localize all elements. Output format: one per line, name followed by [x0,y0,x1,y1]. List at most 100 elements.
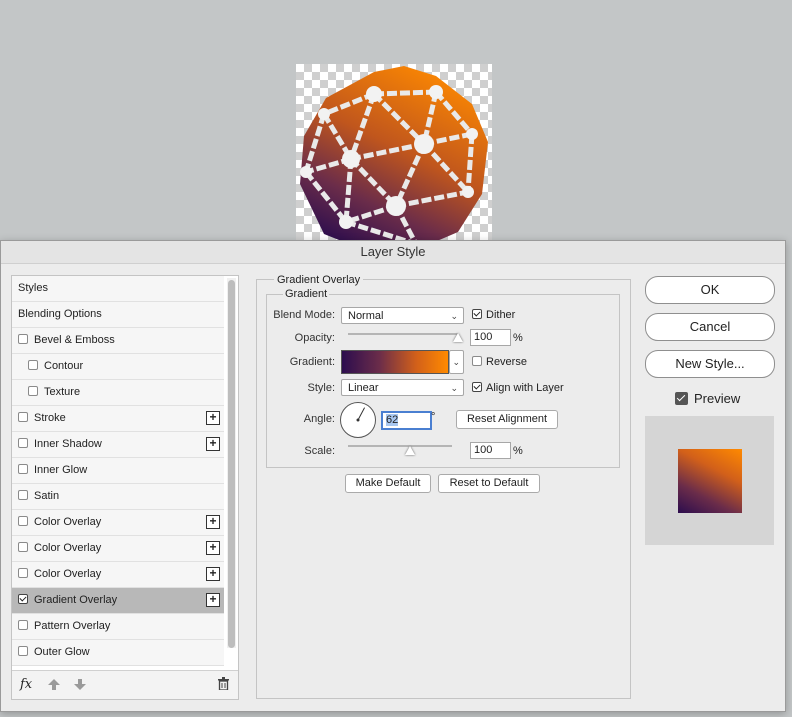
style-item-label: Pattern Overlay [34,620,111,632]
scale-slider-track[interactable] [348,445,452,447]
gradient-overlay-panel: Gradient Overlay Gradient Blend Mode: No… [256,274,631,699]
style-item-color-overlay[interactable]: Color Overlay + [12,536,224,562]
group-title: Gradient [283,288,330,300]
checkbox-icon[interactable] [18,594,28,605]
make-default-button[interactable]: Make Default [345,474,431,493]
preview-swatch [678,449,742,513]
styles-list-footer: fx [12,670,238,699]
ok-button[interactable]: OK [645,276,775,304]
styles-list-scrollbar[interactable] [227,278,236,648]
gradient-group: Gradient Blend Mode: Normal ⌄ Dither Opa… [266,288,620,468]
scrollbar-thumb[interactable] [228,280,235,648]
angle-indicator-icon [356,407,366,422]
style-item-stroke[interactable]: Stroke + [12,406,224,432]
gradient-label: Gradient: [289,356,335,368]
reset-to-default-button[interactable]: Reset to Default [438,474,540,493]
scale-slider-knob[interactable] [405,446,416,455]
scale-input[interactable]: 100 [470,442,511,459]
section-title: Gradient Overlay [274,274,364,286]
style-item-label: Contour [44,360,84,372]
angle-input[interactable]: 62 [381,411,432,430]
add-effect-icon[interactable]: + [206,541,220,555]
style-item-label: Color Overlay [34,516,102,528]
angle-dial[interactable] [340,402,376,438]
styles-list-items: Styles Blending Options Bevel & Emboss Cont… [12,276,224,668]
opacity-input[interactable]: 100 [470,329,511,346]
style-item-label: Satin [34,490,60,502]
add-effect-icon[interactable]: + [206,437,220,451]
style-item-styles[interactable]: Styles [12,276,224,302]
style-item-label: Stroke [34,412,66,424]
style-label: Style: [307,382,335,394]
style-item-texture[interactable]: Texture [12,380,224,406]
style-item-label: Blending Options [18,308,102,320]
checkbox-icon[interactable] [18,412,28,423]
checkbox-icon[interactable] [18,542,28,553]
checkbox-icon[interactable] [18,490,28,501]
reverse-label: Reverse [486,356,527,368]
reset-alignment-button[interactable]: Reset Alignment [456,410,558,429]
chevron-down-icon: ⌄ [450,383,458,393]
checkbox-icon[interactable] [28,386,38,397]
style-item-gradient-overlay[interactable]: Gradient Overlay + [12,588,224,614]
cancel-button[interactable]: Cancel [645,313,775,341]
blend-mode-value: Normal [348,310,384,322]
checkbox-icon[interactable] [18,334,28,345]
style-item-label: Outer Glow [34,646,90,658]
style-item-pattern-overlay[interactable]: Pattern Overlay [12,614,224,640]
style-item-bevel-emboss[interactable]: Bevel & Emboss [12,328,224,354]
opacity-slider-knob[interactable] [453,333,463,342]
add-effect-icon[interactable]: + [206,515,220,529]
reverse-checkbox[interactable]: Reverse [472,356,527,368]
opacity-label: Opacity: [294,332,335,344]
style-item-inner-shadow[interactable]: Inner Shadow + [12,432,224,458]
checkbox-icon[interactable] [18,516,28,527]
style-item-outer-glow[interactable]: Outer Glow [12,640,224,666]
style-select[interactable]: Linear ⌄ [341,379,464,396]
opacity-unit: % [513,332,523,344]
style-item-label: Bevel & Emboss [34,334,115,346]
style-item-label: Inner Shadow [34,438,102,450]
align-with-layer-label: Align with Layer [486,382,564,394]
dither-checkbox[interactable]: Dither [472,309,515,321]
blend-mode-select[interactable]: Normal ⌄ [341,307,464,324]
style-item-contour[interactable]: Contour [12,354,224,380]
move-up-icon[interactable] [48,679,60,693]
new-style-button[interactable]: New Style... [645,350,775,378]
styles-list: Styles Blending Options Bevel & Emboss Cont… [11,275,239,700]
move-down-icon[interactable] [74,679,86,693]
dither-label: Dither [486,309,516,321]
angle-unit: ° [431,411,436,423]
checkbox-icon[interactable] [18,568,28,579]
trash-icon[interactable] [218,677,229,693]
checkbox-icon[interactable] [18,620,28,631]
scale-unit: % [513,445,523,457]
checkbox-icon[interactable] [18,464,28,475]
preview-checkbox[interactable]: Preview [675,391,740,406]
checkbox-icon [472,356,482,367]
gradient-swatch[interactable] [341,350,449,374]
style-item-label: Color Overlay [34,568,102,580]
add-effect-icon[interactable]: + [206,411,220,425]
preview-label: Preview [694,391,741,406]
checkbox-icon[interactable] [28,360,38,371]
align-with-layer-checkbox[interactable]: Align with Layer [472,382,564,394]
style-item-satin[interactable]: Satin [12,484,224,510]
style-item-color-overlay[interactable]: Color Overlay + [12,510,224,536]
chevron-down-icon: ⌄ [450,311,458,321]
angle-label: Angle: [303,413,335,425]
style-item-color-overlay[interactable]: Color Overlay + [12,562,224,588]
checkbox-icon [675,392,688,406]
checkbox-icon [472,309,482,320]
checkbox-icon[interactable] [18,438,28,449]
style-item-label: Texture [44,386,81,398]
add-effect-icon[interactable]: + [206,593,220,607]
opacity-slider-track[interactable] [348,333,458,335]
style-item-label: Styles [18,282,48,294]
checkbox-icon[interactable] [18,646,28,657]
gradient-picker-dropdown[interactable]: ⌄ [449,350,464,374]
add-effect-icon[interactable]: + [206,567,220,581]
fx-button[interactable]: fx [20,677,32,692]
style-item-inner-glow[interactable]: Inner Glow [12,458,224,484]
style-item-blending-options[interactable]: Blending Options [12,302,224,328]
